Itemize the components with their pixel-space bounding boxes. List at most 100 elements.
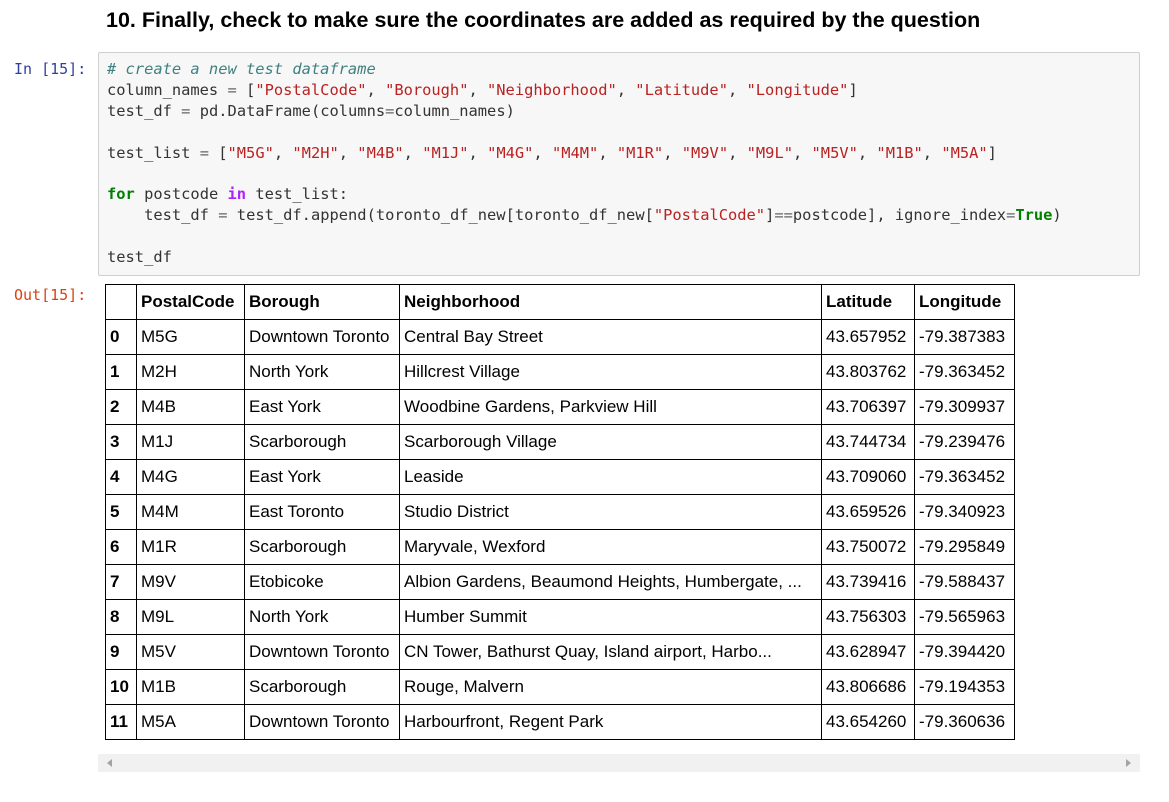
horizontal-scrollbar[interactable] xyxy=(98,754,1140,772)
table-cell: -79.394420 xyxy=(914,634,1015,670)
table-cell: Downtown Toronto xyxy=(244,704,400,740)
table-cell: East York xyxy=(244,389,400,425)
code-line: test_list = ["M5G", "M2H", "M4B", "M1J",… xyxy=(107,143,997,162)
row-index-cell: 8 xyxy=(105,599,137,635)
table-cell: -79.295849 xyxy=(914,529,1015,565)
table-cell: Harbourfront, Regent Park xyxy=(399,704,822,740)
output-prompt: Out[15]: xyxy=(14,286,87,304)
table-row: 11 M5A Downtown Toronto Harbourfront, Regen… xyxy=(105,704,1015,740)
table-cell: 43.806686 xyxy=(821,669,915,705)
index-header-cell xyxy=(105,284,137,320)
table-cell: M9L xyxy=(136,599,245,635)
table-cell: Scarborough xyxy=(244,669,400,705)
table-cell: -79.309937 xyxy=(914,389,1015,425)
row-index-cell: 10 xyxy=(105,669,137,705)
table-cell: M2H xyxy=(136,354,245,390)
table-row: 2 M4B East York Woodbine Gardens, Parkview … xyxy=(105,389,1015,425)
table-cell: -79.363452 xyxy=(914,459,1015,495)
table-cell: Downtown Toronto xyxy=(244,319,400,355)
column-header-cell: Neighborhood xyxy=(399,284,822,320)
table-cell: -79.588437 xyxy=(914,564,1015,600)
table-cell: 43.750072 xyxy=(821,529,915,565)
code-editor[interactable]: # create a new test dataframe column_nam… xyxy=(107,59,1062,268)
dataframe-table: PostalCode Borough Neighborhood Latitude Lon… xyxy=(105,284,1015,740)
table-cell: -79.239476 xyxy=(914,424,1015,460)
table-cell: -79.565963 xyxy=(914,599,1015,635)
table-cell: M1B xyxy=(136,669,245,705)
table-header: PostalCode Borough Neighborhood Latitude Lon… xyxy=(105,284,1015,320)
table-cell: M4B xyxy=(136,389,245,425)
column-header-cell: Latitude xyxy=(821,284,915,320)
row-index-cell: 0 xyxy=(105,319,137,355)
row-index-cell: 6 xyxy=(105,529,137,565)
table-cell: -79.360636 xyxy=(914,704,1015,740)
table-cell: Maryvale, Wexford xyxy=(399,529,822,565)
table-cell: M5A xyxy=(136,704,245,740)
table-cell: Scarborough Village xyxy=(399,424,822,460)
table-cell: M1R xyxy=(136,529,245,565)
input-prompt: In [15]: xyxy=(14,60,87,78)
code-cell[interactable]: # create a new test dataframe column_nam… xyxy=(98,52,1140,276)
table-cell: Downtown Toronto xyxy=(244,634,400,670)
table-cell: 43.628947 xyxy=(821,634,915,670)
table-cell: East Toronto xyxy=(244,494,400,530)
table-cell: M5G xyxy=(136,319,245,355)
row-index-cell: 1 xyxy=(105,354,137,390)
table-cell: 43.803762 xyxy=(821,354,915,390)
table-row: 7 M9V Etobicoke Albion Gardens, Beaumond He… xyxy=(105,564,1015,600)
table-cell: -79.340923 xyxy=(914,494,1015,530)
table-cell: M9V xyxy=(136,564,245,600)
column-header-cell: Longitude xyxy=(914,284,1015,320)
table-row: 6 M1R Scarborough Maryvale, Wexford 43.75007… xyxy=(105,529,1015,565)
table-cell: 43.709060 xyxy=(821,459,915,495)
code-line: column_names = ["PostalCode", "Borough",… xyxy=(107,80,858,99)
table-cell: Studio District xyxy=(399,494,822,530)
table-cell: M1J xyxy=(136,424,245,460)
code-line: test_df = test_df.append(toronto_df_new[… xyxy=(144,206,1062,225)
row-index-cell: 7 xyxy=(105,564,137,600)
row-index-cell: 5 xyxy=(105,494,137,530)
table-cell: Woodbine Gardens, Parkview Hill xyxy=(399,389,822,425)
table-cell: -79.387383 xyxy=(914,319,1015,355)
table-cell: M4G xyxy=(136,459,245,495)
table-cell: North York xyxy=(244,599,400,635)
code-line: # create a new test dataframe xyxy=(107,60,376,78)
table-cell: Albion Gardens, Beaumond Heights, Humber… xyxy=(399,564,822,600)
table-cell: Rouge, Malvern xyxy=(399,669,822,705)
table-cell: -79.363452 xyxy=(914,354,1015,390)
table-cell: 43.657952 xyxy=(821,319,915,355)
table-cell: 43.659526 xyxy=(821,494,915,530)
table-cell: Hillcrest Village xyxy=(399,354,822,390)
table-row: 4 M4G East York Leaside 43.709060 -79.363452 xyxy=(105,459,1015,495)
column-header-cell: Borough xyxy=(244,284,400,320)
table-cell: Humber Summit xyxy=(399,599,822,635)
scroll-left-arrow-icon[interactable] xyxy=(107,759,112,767)
column-header-cell: PostalCode xyxy=(136,284,245,320)
row-index-cell: 9 xyxy=(105,634,137,670)
row-index-cell: 2 xyxy=(105,389,137,425)
table-cell: 43.756303 xyxy=(821,599,915,635)
code-line: test_df xyxy=(107,248,172,267)
table-body: 0 M5G Downtown Toronto Central Bay Street 43… xyxy=(105,319,1015,740)
table-row: 5 M4M East Toronto Studio District 43.659526… xyxy=(105,494,1015,530)
scroll-right-arrow-icon[interactable] xyxy=(1126,759,1131,767)
table-cell: Scarborough xyxy=(244,424,400,460)
table-cell: M4M xyxy=(136,494,245,530)
table-cell: 43.744734 xyxy=(821,424,915,460)
table-cell: East York xyxy=(244,459,400,495)
row-index-cell: 4 xyxy=(105,459,137,495)
row-index-cell: 3 xyxy=(105,424,137,460)
table-row: 8 M9L North York Humber Summit 43.756303 -79.… xyxy=(105,599,1015,635)
table-cell: CN Tower, Bathurst Quay, Island airport,… xyxy=(399,634,822,670)
table-cell: M5V xyxy=(136,634,245,670)
code-line: test_df = pd.DataFrame(columns=column_na… xyxy=(107,101,515,120)
table-cell: North York xyxy=(244,354,400,390)
header-row: PostalCode Borough Neighborhood Latitude Lon… xyxy=(105,284,1015,320)
table-cell: Leaside xyxy=(399,459,822,495)
table-row: 9 M5V Downtown Toronto CN Tower, Bathurst Q… xyxy=(105,634,1015,670)
row-index-cell: 11 xyxy=(105,704,137,740)
table-cell: Etobicoke xyxy=(244,564,400,600)
code-line: for postcode in test_list: xyxy=(107,185,349,204)
table-cell: 43.706397 xyxy=(821,389,915,425)
table-cell: -79.194353 xyxy=(914,669,1015,705)
